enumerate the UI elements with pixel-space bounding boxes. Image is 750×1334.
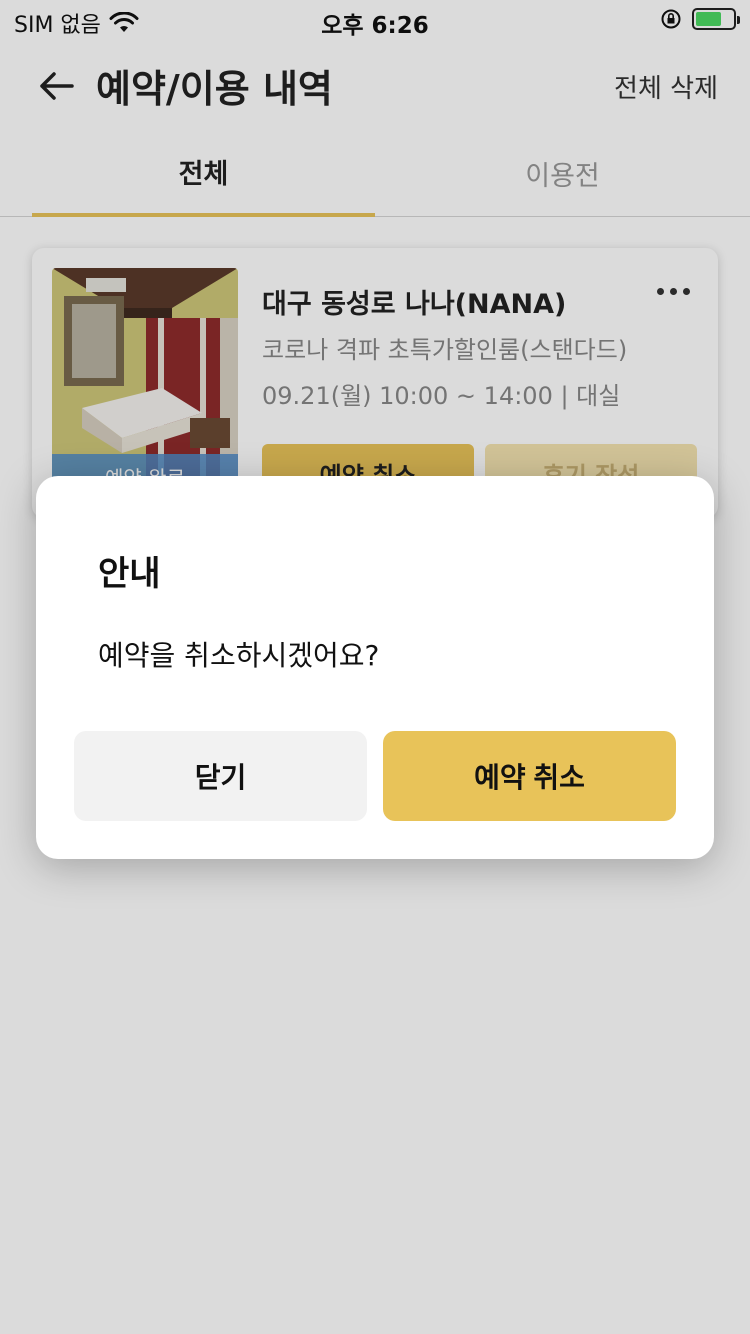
dialog-title: 안내 [98,554,161,594]
confirm-cancel-button[interactable]: 예약 취소 [383,731,676,821]
close-button[interactable]: 닫기 [74,731,367,821]
dialog-message: 예약을 취소하시겠어요? [98,639,380,672]
confirm-dialog: 안내 예약을 취소하시겠어요? 닫기 예약 취소 [36,476,714,859]
